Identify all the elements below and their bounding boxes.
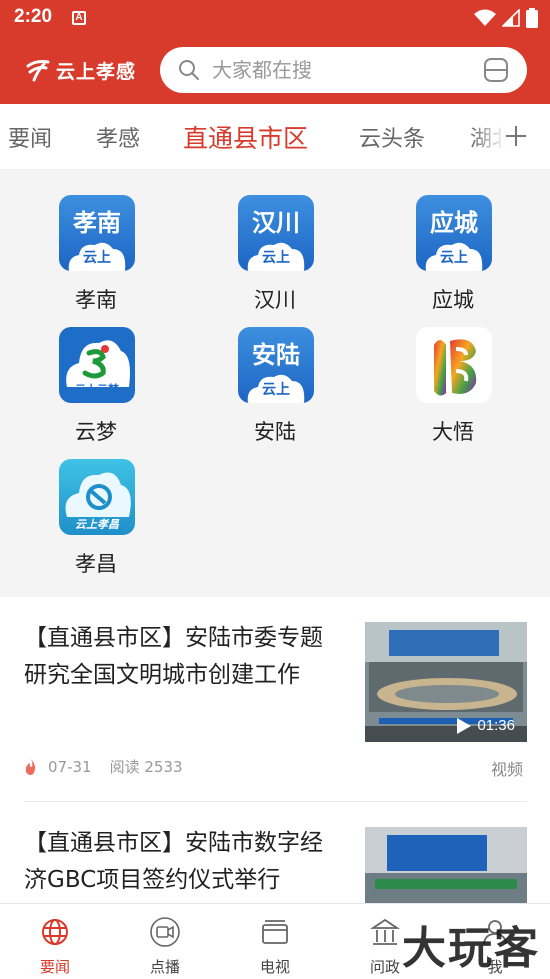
video-camera-icon (150, 917, 180, 947)
brand-mark-icon (26, 60, 50, 82)
nav-yaowen[interactable]: 要闻 (0, 904, 110, 979)
cloud-text: 云上 (83, 250, 111, 266)
yingcheng-logo: 应城 云上 (416, 195, 492, 271)
status-bar: 2:20 A (0, 0, 550, 36)
nav-label: 点播 (149, 958, 180, 976)
logo-text: 云上云梦 (75, 383, 119, 396)
dawu-logo (416, 327, 492, 403)
county-dawu[interactable]: 大悟 (393, 304, 513, 444)
nav-label: 电视 (259, 958, 290, 976)
app-header: 2:20 A 云上孝感 (0, 0, 550, 104)
dawu-emblem-icon (434, 339, 477, 396)
globe-icon (42, 919, 68, 945)
scan-icon[interactable] (483, 57, 509, 83)
signal-icon (502, 9, 520, 27)
news-thumbnail[interactable] (365, 827, 527, 903)
county-grid: 孝南 云上 孝南 汉川 云上 汉川 应城 云上 应城 云上云梦 云梦 安陆 云上… (0, 170, 550, 597)
tab-yaowen[interactable]: 要闻 (8, 121, 52, 153)
news-tag: 视频 (490, 760, 523, 779)
play-icon (457, 717, 472, 734)
county-hanchuan[interactable]: 汉川 云上 汉川 (215, 172, 335, 312)
cloud-text: 云上 (262, 250, 290, 266)
xiaochang-logo: 云上孝昌 (59, 459, 135, 535)
yunmeng-logo: 云上云梦 (59, 327, 135, 403)
logo-text: 汉川 (252, 209, 300, 237)
logo-text: 云上孝昌 (75, 518, 119, 531)
county-yingcheng[interactable]: 应城 云上 应城 (393, 172, 513, 312)
cloud-text: 云上 (262, 382, 290, 398)
county-yunmeng[interactable]: 云上云梦 云梦 (36, 304, 156, 444)
nav-dianbo[interactable]: 点播 (110, 904, 220, 979)
ceremony-photo (365, 827, 527, 903)
cloud-text: 云上 (440, 250, 468, 266)
hanchuan-logo: 汉川 云上 (238, 195, 314, 271)
anlu-logo: 安陆 云上 (238, 327, 314, 403)
tab-yuntoutiao[interactable]: 云头条 (359, 121, 425, 153)
nav-label: 要闻 (39, 958, 70, 976)
search-input[interactable] (212, 55, 472, 85)
status-time: 2:20 (14, 6, 53, 27)
channel-tabs: 要闻 孝感 直通县市区 云头条 湖北 (0, 104, 550, 170)
tab-xiaogan[interactable]: 孝感 (96, 121, 140, 153)
news-meta: 07-31 阅读 2533 (24, 756, 183, 777)
nav-dianshi[interactable]: 电视 (220, 904, 330, 979)
notification-icon: A (72, 11, 86, 25)
search-bar[interactable] (160, 47, 527, 93)
hot-icon (25, 758, 36, 775)
search-icon (179, 60, 199, 80)
news-thumbnail[interactable]: 01:36 (365, 622, 527, 742)
duration-text: 01:36 (477, 717, 515, 734)
county-xiaochang[interactable]: 云上孝昌 孝昌 (36, 436, 156, 576)
county-name: 孝昌 (75, 552, 117, 576)
county-name: 大悟 (432, 420, 474, 444)
logo-text: 孝南 (73, 209, 121, 237)
watermark: 大玩客 (402, 923, 540, 974)
wifi-icon (474, 9, 496, 26)
news-title: 【直通县市区】安陆市委专题研究全国文明城市创建工作 (24, 625, 323, 688)
tab-county[interactable]: 直通县市区 (183, 119, 308, 155)
logo-text: 安陆 (252, 341, 300, 369)
news-title: 【直通县市区】安陆市数字经济GBC项目签约仪式举行 (24, 830, 323, 893)
county-name: 安陆 (254, 420, 296, 444)
brand-name: 云上孝感 (56, 61, 137, 83)
news-reads: 阅读 2533 (109, 758, 183, 776)
county-anlu[interactable]: 安陆 云上 安陆 (215, 304, 335, 444)
xiaonan-logo: 孝南 云上 (59, 195, 135, 271)
divider (24, 801, 527, 802)
county-xiaonan[interactable]: 孝南 云上 孝南 (36, 172, 156, 312)
add-channel-icon[interactable] (504, 124, 528, 148)
battery-icon (526, 8, 538, 28)
video-duration: 01:36 (457, 717, 515, 734)
logo-text: 应城 (430, 209, 478, 237)
news-item[interactable]: 【直通县市区】安陆市数字经济GBC项目签约仪式举行 (24, 825, 527, 905)
news-item[interactable]: 【直通县市区】安陆市委专题研究全国文明城市创建工作 01:36 07-31 阅读… (24, 620, 527, 780)
tv-icon (262, 920, 288, 944)
news-date: 07-31 (48, 757, 92, 776)
status-icons (474, 8, 538, 28)
brand-logo[interactable]: 云上孝感 (24, 54, 136, 86)
building-icon (370, 918, 400, 945)
